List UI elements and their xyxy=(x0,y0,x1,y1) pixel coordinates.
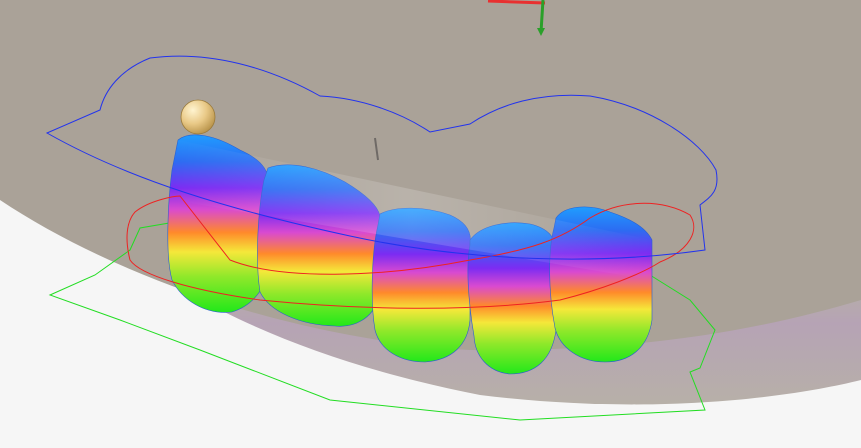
gizmo-y-axis[interactable] xyxy=(539,0,545,33)
scene-canvas[interactable] xyxy=(0,0,861,448)
gizmo-x-axis[interactable] xyxy=(487,0,546,5)
3d-viewport[interactable] xyxy=(0,0,861,448)
control-point-sphere[interactable] xyxy=(180,99,216,135)
